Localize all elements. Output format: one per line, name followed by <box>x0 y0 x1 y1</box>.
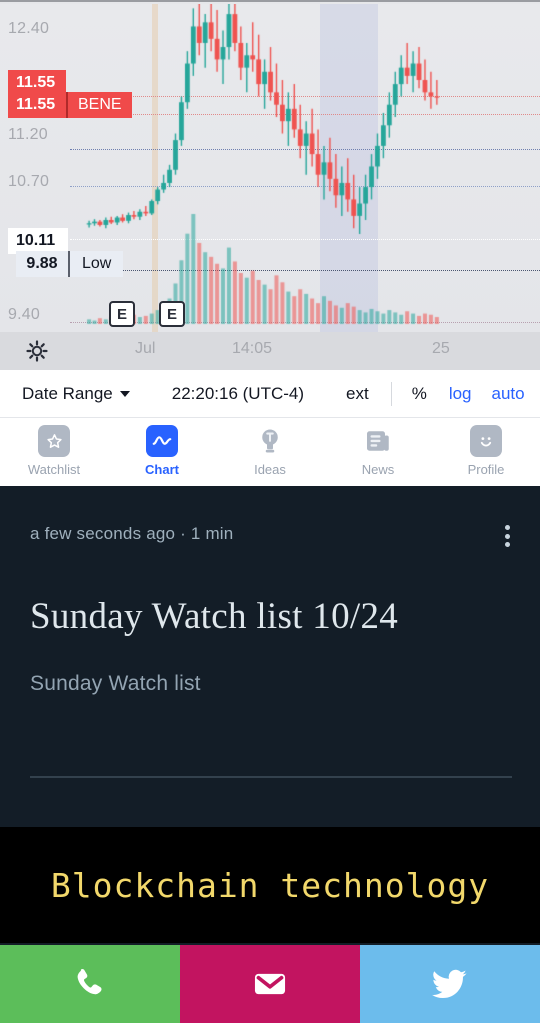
envelope-icon <box>254 973 286 995</box>
symbol-price-tag[interactable]: 11.55 BENE <box>8 92 132 118</box>
article-subtitle: Sunday Watch list <box>30 672 201 695</box>
share-twitter-button[interactable] <box>360 945 540 1023</box>
sidebar-item-news[interactable]: News <box>324 418 432 477</box>
share-email-button[interactable] <box>180 945 360 1023</box>
symbol-label: BENE <box>66 92 132 118</box>
x-axis-label: 25 <box>432 340 450 357</box>
article-divider <box>30 776 512 778</box>
banner-text: Blockchain technology <box>50 865 490 905</box>
sidebar-item-ideas[interactable]: Ideas <box>216 418 324 477</box>
sidebar-item-chart[interactable]: Chart <box>108 418 216 477</box>
x-axis-label: Jul <box>135 340 156 357</box>
share-bar <box>0 945 540 1023</box>
app-root: E E 12.40 11.20 10.70 9.40 11.55 11.55 B… <box>0 0 540 1023</box>
kebab-menu-icon[interactable] <box>496 522 518 550</box>
clock-timezone-button[interactable]: 22:20:16 (UTC-4) <box>172 384 304 404</box>
sidebar-item-profile[interactable]: Profile <box>432 418 540 477</box>
article-meta: a few seconds ago · 1 min <box>30 524 234 543</box>
article-title: Sunday Watch list 10/24 <box>30 596 399 637</box>
earnings-marker[interactable]: E <box>159 301 185 327</box>
lightbulb-icon <box>254 425 286 457</box>
date-range-label: Date Range <box>22 383 113 403</box>
extended-hours-toggle[interactable]: ext <box>346 384 369 404</box>
star-icon <box>38 425 70 457</box>
x-axis-label: 14:05 <box>232 340 273 357</box>
chart-toolbar: Date Range 22:20:16 (UTC-4) ext % log au… <box>0 370 540 418</box>
low-price-value: 9.88 <box>16 251 68 277</box>
sidebar-item-watchlist[interactable]: Watchlist <box>0 418 108 477</box>
y-axis-label: 11.20 <box>8 126 48 143</box>
y-axis-label: 9.40 <box>8 306 40 323</box>
y-axis-label: 10.70 <box>8 173 50 190</box>
symbol-price-value: 11.55 <box>8 92 66 118</box>
sidebar-item-label: News <box>361 462 395 477</box>
sidebar-item-label: Chart <box>145 462 179 477</box>
low-price-tag[interactable]: 9.88 Low <box>16 251 124 277</box>
chart-panel[interactable]: E E 12.40 11.20 10.70 9.40 11.55 11.55 B… <box>0 0 540 370</box>
chart-plot-area[interactable]: E E 12.40 11.20 10.70 9.40 11.55 11.55 B… <box>0 4 540 332</box>
candlestick-series <box>0 4 540 332</box>
chart-settings-gear-icon[interactable] <box>22 336 52 366</box>
twitter-bird-icon <box>431 969 467 999</box>
kebab-dot <box>504 542 510 547</box>
smiley-face-icon <box>470 425 502 457</box>
blockchain-banner: Blockchain technology <box>0 827 540 943</box>
time-axis[interactable]: Jul 14:05 25 <box>0 332 540 370</box>
kebab-dot <box>504 533 510 539</box>
toolbar-divider <box>390 381 392 406</box>
kebab-dot <box>504 525 510 530</box>
percent-scale-toggle[interactable]: % <box>412 384 427 404</box>
auto-scale-toggle[interactable]: auto <box>492 384 525 404</box>
date-range-button[interactable]: Date Range <box>22 384 130 404</box>
sidebar-item-label: Watchlist <box>27 462 81 477</box>
y-axis-label: 12.40 <box>8 20 50 37</box>
bottom-navigation: Watchlist Chart Ideas News Profile <box>0 418 540 486</box>
low-price-label: Low <box>68 251 124 277</box>
chart-wave-icon <box>146 425 178 457</box>
phone-icon <box>77 969 102 995</box>
sidebar-item-label: Profile <box>467 462 505 477</box>
news-icon <box>362 425 394 457</box>
log-scale-toggle[interactable]: log <box>449 384 472 404</box>
sidebar-item-label: Ideas <box>254 462 286 477</box>
share-phone-button[interactable] <box>0 945 180 1023</box>
earnings-marker[interactable]: E <box>109 301 135 327</box>
chevron-down-icon <box>119 390 130 397</box>
